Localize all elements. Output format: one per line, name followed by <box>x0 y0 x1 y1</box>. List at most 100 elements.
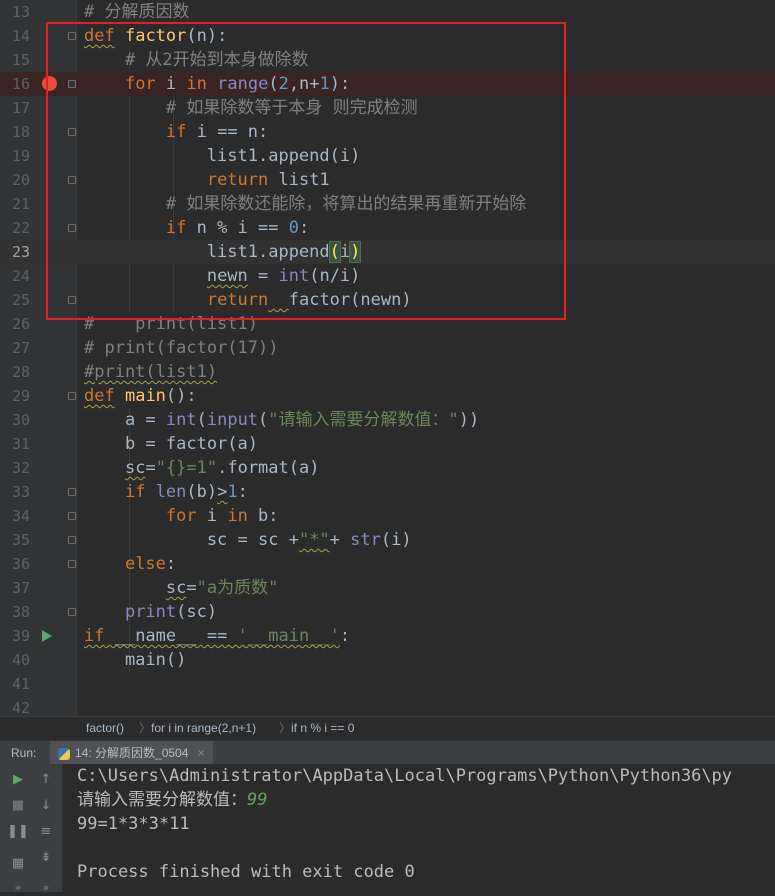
code-text[interactable]: newn = int(n/i) <box>84 264 361 288</box>
console-prompt: 请输入需要分解数值： <box>77 790 247 810</box>
code-text[interactable]: # 如果除数还能除，将算出的结果再重新开始除 <box>84 192 526 216</box>
code-text[interactable]: def main(): <box>84 384 197 408</box>
code-line[interactable]: 38 print(sc) <box>0 600 775 624</box>
code-line[interactable]: 27 # print(factor(17)) <box>0 336 775 360</box>
code-text[interactable]: print(sc) <box>84 600 217 624</box>
run-icon[interactable]: ▶ <box>9 770 27 788</box>
breadcrumb-item[interactable]: factor() <box>86 717 124 739</box>
pause-icon[interactable]: ❚❚ <box>7 822 29 840</box>
code-line[interactable]: 17 # 如果除数等于本身 则完成检测 <box>0 96 775 120</box>
fold-marker-icon[interactable] <box>68 128 76 136</box>
code-line[interactable]: 37 sc="a为质数" <box>0 576 775 600</box>
fold-marker-icon[interactable] <box>68 296 76 304</box>
code-line[interactable]: 22 if n % i == 0: <box>0 216 775 240</box>
code-line[interactable]: 35 sc = sc +"*"+ str(i) <box>0 528 775 552</box>
code-text[interactable]: sc="{}=1".format(a) <box>84 456 320 480</box>
run-panel-label: Run: <box>11 746 37 760</box>
line-number: 32 <box>11 459 30 477</box>
run-tab[interactable]: 14: 分解质因数_0504 × <box>50 741 213 765</box>
fold-marker-icon[interactable] <box>68 488 76 496</box>
code-text[interactable]: return factor(newn) <box>84 288 412 312</box>
line-number: 13 <box>11 3 30 21</box>
code-line[interactable]: 14 def factor(n): <box>0 24 775 48</box>
code-line[interactable]: 34 for i in b: <box>0 504 775 528</box>
code-line[interactable]: 24 newn = int(n/i) <box>0 264 775 288</box>
code-text[interactable]: return list1 <box>84 168 330 192</box>
code-text[interactable]: main() <box>84 648 186 672</box>
code-line[interactable]: 20 return list1 <box>0 168 775 192</box>
fold-marker-icon[interactable] <box>68 32 76 40</box>
code-text[interactable]: sc="a为质数" <box>84 576 278 600</box>
line-number: 20 <box>11 171 30 189</box>
line-number: 17 <box>11 99 30 117</box>
code-text[interactable]: else: <box>84 552 176 576</box>
fold-marker-icon[interactable] <box>68 560 76 568</box>
fold-marker-icon[interactable] <box>68 608 76 616</box>
fold-marker-icon[interactable] <box>68 176 76 184</box>
scroll-down-icon[interactable]: ↓ <box>37 796 55 814</box>
fold-marker-icon[interactable] <box>68 392 76 400</box>
code-line[interactable]: 28 #print(list1) <box>0 360 775 384</box>
code-line[interactable]: 21 # 如果除数还能除，将算出的结果再重新开始除 <box>0 192 775 216</box>
code-line[interactable]: 40 main() <box>0 648 775 672</box>
code-text[interactable]: b = factor(a) <box>84 432 258 456</box>
breadcrumb-item[interactable]: for i in range(2,n+1) <box>151 717 256 739</box>
code-line[interactable]: 29 def main(): <box>0 384 775 408</box>
code-line[interactable]: 19 list1.append(i) <box>0 144 775 168</box>
soft-wrap-icon[interactable]: ≡ <box>37 822 55 840</box>
code-line-current[interactable]: 23 list1.append(i) <box>0 240 775 264</box>
layout-icon[interactable]: ▦ <box>9 854 27 872</box>
fold-marker-icon[interactable] <box>68 512 76 520</box>
breakpoint-icon[interactable] <box>42 76 57 91</box>
code-text[interactable]: if __name__ == '__main__': <box>84 624 350 648</box>
code-line[interactable]: 39 if __name__ == '__main__': <box>0 624 775 648</box>
code-text[interactable]: if len(b)>1: <box>84 480 248 504</box>
code-line[interactable]: 41 <box>0 672 775 696</box>
code-text[interactable]: for i in b: <box>84 504 279 528</box>
console-output[interactable]: C:\Users\Administrator\AppData\Local\Pro… <box>63 764 775 892</box>
code-editor[interactable]: 13 # 分解质因数 14 def factor(n): 15 # 从2开始到本… <box>0 0 775 716</box>
code-line[interactable]: 42 <box>0 696 775 716</box>
code-text[interactable]: # 如果除数等于本身 则完成检测 <box>84 96 418 120</box>
code-text[interactable]: # print(factor(17)) <box>84 336 278 360</box>
code-line-breakpoint[interactable]: 16 for i in range(2,n+1): <box>0 72 775 96</box>
line-number: 30 <box>11 411 30 429</box>
code-text[interactable]: if n % i == 0: <box>84 216 309 240</box>
line-number: 34 <box>11 507 30 525</box>
code-text[interactable]: sc = sc +"*"+ str(i) <box>84 528 412 552</box>
code-text[interactable]: if i == n: <box>84 120 268 144</box>
code-line[interactable]: 25 return factor(newn) <box>0 288 775 312</box>
code-text[interactable]: #print(list1) <box>84 360 217 384</box>
run-gutter-icon[interactable] <box>42 630 52 642</box>
code-text[interactable]: # 从2开始到本身做除数 <box>84 48 309 72</box>
code-line[interactable]: 32 sc="{}=1".format(a) <box>0 456 775 480</box>
code-text[interactable]: # print(list1) <box>84 312 258 336</box>
code-line[interactable]: 36 else: <box>0 552 775 576</box>
more-icon[interactable]: » <box>9 878 27 896</box>
breadcrumb-separator: 〉 <box>139 721 152 735</box>
scroll-up-icon[interactable]: ↑ <box>37 770 55 788</box>
code-line[interactable]: 13 # 分解质因数 <box>0 0 775 24</box>
code-text[interactable]: a = int(input("请输入需要分解数值：")) <box>84 408 479 432</box>
code-text[interactable]: def factor(n): <box>84 24 227 48</box>
sort-icon[interactable]: ⇟ <box>37 848 55 866</box>
code-text[interactable]: for i in range(2,n+1): <box>84 72 350 96</box>
fold-marker-icon[interactable] <box>68 536 76 544</box>
code-line[interactable]: 33 if len(b)>1: <box>0 480 775 504</box>
code-text[interactable]: list1.append(i) <box>84 144 361 168</box>
code-line[interactable]: 30 a = int(input("请输入需要分解数值：")) <box>0 408 775 432</box>
python-file-icon <box>58 747 70 760</box>
fold-marker-icon[interactable] <box>68 224 76 232</box>
fold-marker-icon[interactable] <box>68 80 76 88</box>
line-number: 27 <box>11 339 30 357</box>
code-line[interactable]: 31 b = factor(a) <box>0 432 775 456</box>
breadcrumb-item[interactable]: if n % i == 0 <box>291 717 354 739</box>
code-text[interactable]: list1.append(i) <box>84 240 362 264</box>
code-line[interactable]: 18 if i == n: <box>0 120 775 144</box>
close-icon[interactable]: × <box>198 746 205 760</box>
code-line[interactable]: 26 # print(list1) <box>0 312 775 336</box>
more-icon[interactable]: » <box>37 878 55 896</box>
code-text[interactable]: # 分解质因数 <box>84 0 189 24</box>
code-line[interactable]: 15 # 从2开始到本身做除数 <box>0 48 775 72</box>
stop-icon[interactable]: ■ <box>9 796 27 814</box>
